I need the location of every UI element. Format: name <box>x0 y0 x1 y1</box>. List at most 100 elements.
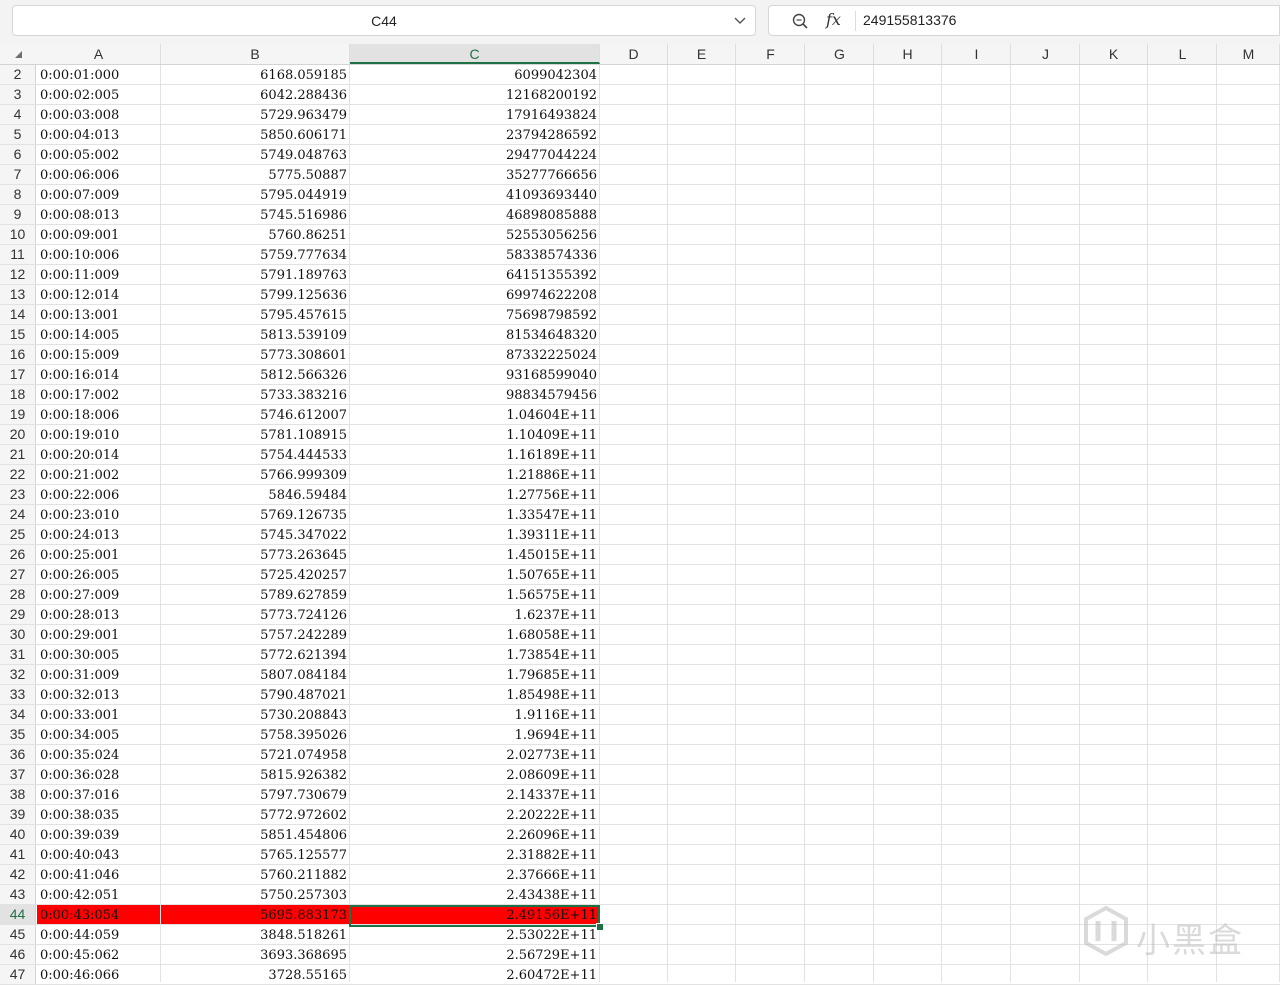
row-header[interactable]: 22 <box>0 465 36 484</box>
cell-a[interactable]: 0:00:21:002 <box>37 465 160 484</box>
cell-a[interactable]: 0:00:19:010 <box>37 425 160 444</box>
cell-b[interactable]: 5746.612007 <box>161 405 349 424</box>
row-header[interactable]: 28 <box>0 585 36 604</box>
cell-c[interactable]: 2.02773E+11 <box>350 745 599 764</box>
cell-c[interactable]: 52553056256 <box>350 225 599 244</box>
row-header[interactable]: 38 <box>0 785 36 804</box>
row-header[interactable]: 21 <box>0 445 36 464</box>
cell-a[interactable]: 0:00:09:001 <box>37 225 160 244</box>
cell-a[interactable]: 0:00:26:005 <box>37 565 160 584</box>
cell-b[interactable]: 5750.257303 <box>161 885 349 904</box>
cell-b[interactable]: 5772.972602 <box>161 805 349 824</box>
cell-a[interactable]: 0:00:36:028 <box>37 765 160 784</box>
cell-b[interactable]: 5760.86251 <box>161 225 349 244</box>
cell-a[interactable]: 0:00:08:013 <box>37 205 160 224</box>
cell-a[interactable]: 0:00:17:002 <box>37 385 160 404</box>
cell-b[interactable]: 5815.926382 <box>161 765 349 784</box>
cell-a[interactable]: 0:00:30:005 <box>37 645 160 664</box>
fill-handle[interactable] <box>596 923 604 931</box>
cell-b[interactable]: 5769.126735 <box>161 505 349 524</box>
column-header-h[interactable]: H <box>874 44 942 64</box>
cell-c[interactable]: 93168599040 <box>350 365 599 384</box>
cell-b[interactable]: 5781.108915 <box>161 425 349 444</box>
row-header[interactable]: 41 <box>0 845 36 864</box>
row-header[interactable]: 19 <box>0 405 36 424</box>
row-header[interactable]: 4 <box>0 105 36 124</box>
chevron-down-icon[interactable] <box>733 13 747 27</box>
row-header[interactable]: 42 <box>0 865 36 884</box>
cell-b[interactable]: 5791.189763 <box>161 265 349 284</box>
row-header[interactable]: 13 <box>0 285 36 304</box>
cell-c[interactable]: 2.53022E+11 <box>350 925 599 944</box>
row-header[interactable]: 7 <box>0 165 36 184</box>
cell-c[interactable]: 64151355392 <box>350 265 599 284</box>
cell-a[interactable]: 0:00:32:013 <box>37 685 160 704</box>
cell-a[interactable]: 0:00:14:005 <box>37 325 160 344</box>
row-header[interactable]: 11 <box>0 245 36 264</box>
zoom-magnifier-icon[interactable] <box>791 12 809 30</box>
cell-a[interactable]: 0:00:29:001 <box>37 625 160 644</box>
cell-c[interactable]: 2.49156E+11 <box>350 905 599 924</box>
cell-c[interactable]: 29477044224 <box>350 145 599 164</box>
function-fx-icon[interactable]: fx <box>826 10 841 29</box>
cell-a[interactable]: 0:00:07:009 <box>37 185 160 204</box>
row-header[interactable]: 18 <box>0 385 36 404</box>
column-header-k[interactable]: K <box>1080 44 1148 64</box>
cell-b[interactable]: 5729.963479 <box>161 105 349 124</box>
row-header[interactable]: 23 <box>0 485 36 504</box>
cell-c[interactable]: 1.04604E+11 <box>350 405 599 424</box>
cell-a[interactable]: 0:00:01:000 <box>37 65 160 84</box>
row-header[interactable]: 9 <box>0 205 36 224</box>
cell-c[interactable]: 1.79685E+11 <box>350 665 599 684</box>
cell-c[interactable]: 6099042304 <box>350 65 599 84</box>
row-header[interactable]: 33 <box>0 685 36 704</box>
cell-c[interactable]: 2.60472E+11 <box>350 965 599 984</box>
row-header[interactable]: 37 <box>0 765 36 784</box>
cell-c[interactable]: 1.85498E+11 <box>350 685 599 704</box>
cell-a[interactable]: 0:00:22:006 <box>37 485 160 504</box>
row-header[interactable]: 16 <box>0 345 36 364</box>
cell-c[interactable]: 2.37666E+11 <box>350 865 599 884</box>
row-header[interactable]: 45 <box>0 925 36 944</box>
cell-a[interactable]: 0:00:39:039 <box>37 825 160 844</box>
cell-b[interactable]: 5846.59484 <box>161 485 349 504</box>
cell-c[interactable]: 2.56729E+11 <box>350 945 599 964</box>
cell-b[interactable]: 5754.444533 <box>161 445 349 464</box>
column-header-f[interactable]: F <box>737 44 805 64</box>
cell-a[interactable]: 0:00:27:009 <box>37 585 160 604</box>
cell-b[interactable]: 6168.059185 <box>161 65 349 84</box>
cell-b[interactable]: 5813.539109 <box>161 325 349 344</box>
row-header[interactable]: 31 <box>0 645 36 664</box>
row-header[interactable]: 29 <box>0 605 36 624</box>
cell-b[interactable]: 5760.211882 <box>161 865 349 884</box>
cell-a[interactable]: 0:00:02:005 <box>37 85 160 104</box>
row-header[interactable]: 12 <box>0 265 36 284</box>
row-header[interactable]: 10 <box>0 225 36 244</box>
cell-b[interactable]: 5773.724126 <box>161 605 349 624</box>
row-header[interactable]: 47 <box>0 965 36 984</box>
cell-b[interactable]: 5757.242289 <box>161 625 349 644</box>
row-header[interactable]: 26 <box>0 545 36 564</box>
cell-c[interactable]: 1.16189E+11 <box>350 445 599 464</box>
cell-b[interactable]: 5766.999309 <box>161 465 349 484</box>
row-header[interactable]: 36 <box>0 745 36 764</box>
cell-a[interactable]: 0:00:05:002 <box>37 145 160 164</box>
select-all-corner[interactable] <box>0 44 36 64</box>
cell-b[interactable]: 5745.516986 <box>161 205 349 224</box>
cell-a[interactable]: 0:00:43:054 <box>37 905 160 924</box>
cell-a[interactable]: 0:00:15:009 <box>37 345 160 364</box>
cell-a[interactable]: 0:00:16:014 <box>37 365 160 384</box>
cell-a[interactable]: 0:00:33:001 <box>37 705 160 724</box>
cell-c[interactable]: 1.10409E+11 <box>350 425 599 444</box>
cell-a[interactable]: 0:00:46:066 <box>37 965 160 984</box>
cell-a[interactable]: 0:00:04:013 <box>37 125 160 144</box>
column-header-i[interactable]: I <box>943 44 1011 64</box>
row-header[interactable]: 40 <box>0 825 36 844</box>
cell-a[interactable]: 0:00:12:014 <box>37 285 160 304</box>
cell-b[interactable]: 3693.368695 <box>161 945 349 964</box>
cell-c[interactable]: 1.9116E+11 <box>350 705 599 724</box>
cell-b[interactable]: 6042.288436 <box>161 85 349 104</box>
cell-b[interactable]: 5812.566326 <box>161 365 349 384</box>
row-header[interactable]: 44 <box>0 905 36 924</box>
cell-a[interactable]: 0:00:25:001 <box>37 545 160 564</box>
